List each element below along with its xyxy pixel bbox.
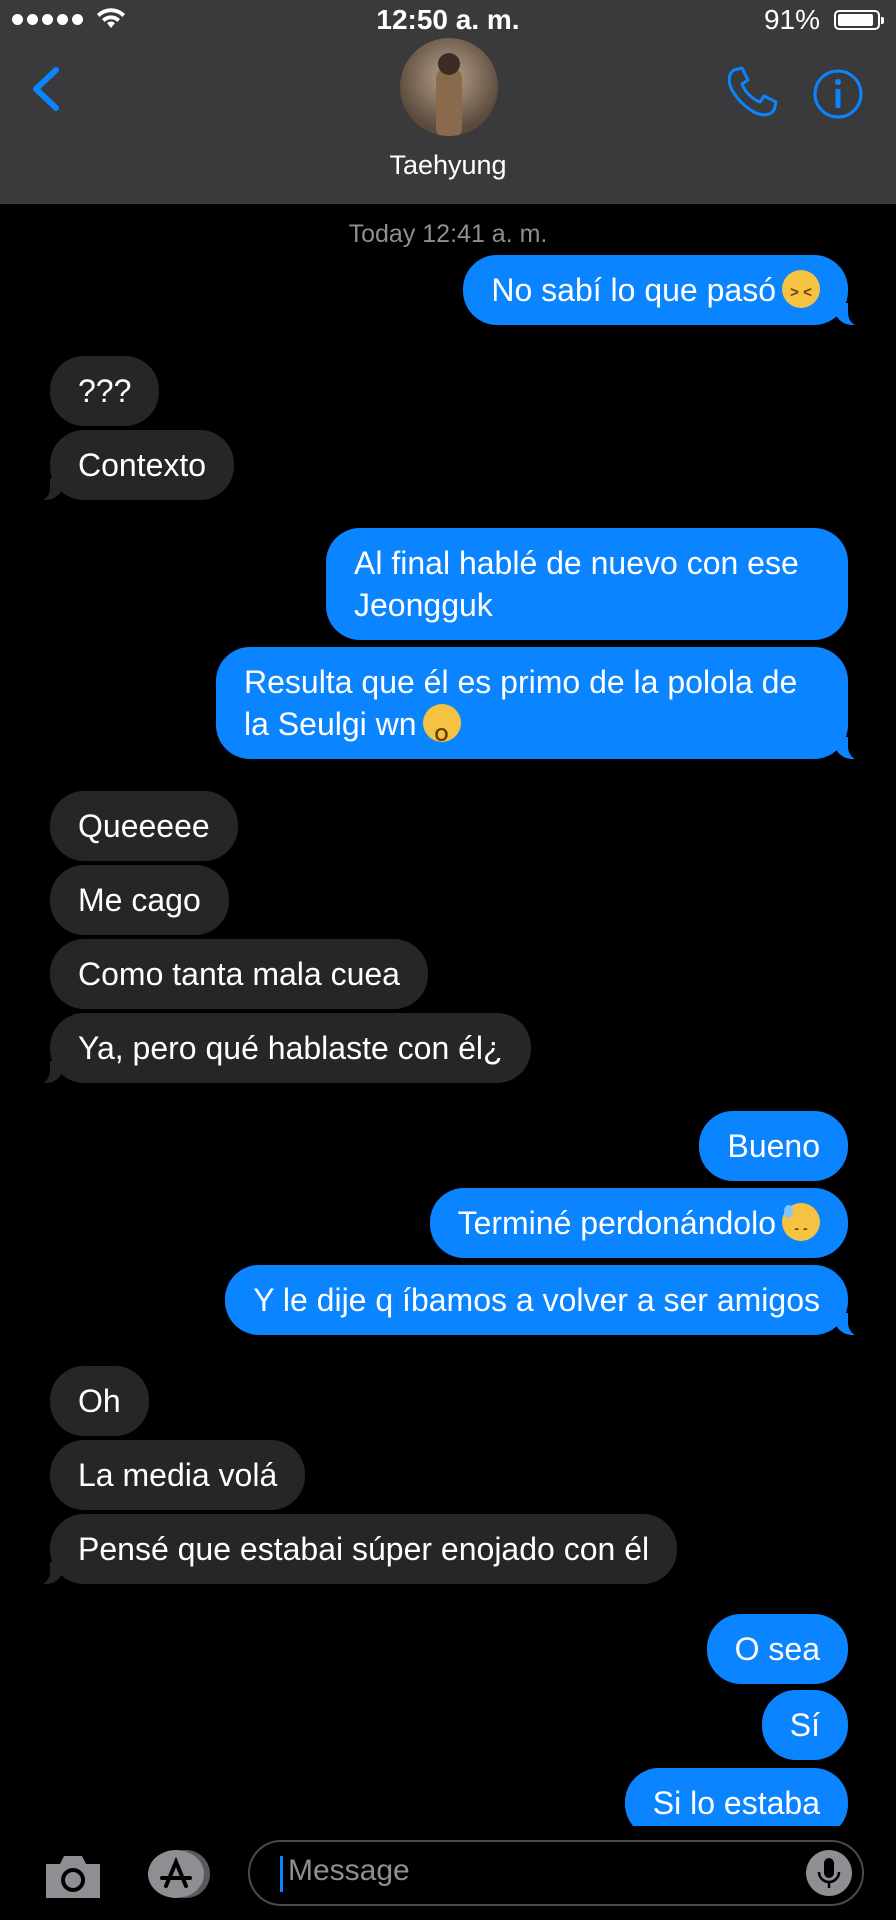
message-text: Al final hablé de nuevo con ese Jeongguk: [354, 545, 799, 623]
incoming-message[interactable]: La media volá: [50, 1440, 306, 1510]
message-input-bar: Message: [0, 1826, 896, 1920]
info-icon[interactable]: [812, 68, 864, 120]
message-text: La media volá: [78, 1457, 278, 1493]
contact-avatar[interactable]: [400, 38, 498, 136]
battery-level: [838, 14, 873, 26]
outgoing-message[interactable]: O sea: [706, 1614, 848, 1684]
outgoing-message[interactable]: Bueno: [699, 1111, 848, 1181]
message-text: Ya, pero qué hablaste con él¿: [78, 1030, 503, 1066]
message-text: O sea: [734, 1631, 820, 1667]
incoming-message[interactable]: Contexto: [23, 430, 235, 502]
outgoing-message[interactable]: Resulta que él es primo de la polola de …: [216, 647, 874, 761]
message-input[interactable]: Message: [248, 1840, 864, 1906]
screaming-cat-face-icon: [422, 704, 461, 756]
outgoing-message[interactable]: Terminé perdonándolo: [429, 1188, 848, 1258]
confounded-face-icon: [782, 270, 820, 314]
phone-icon[interactable]: [722, 62, 782, 122]
battery-icon: [834, 10, 884, 30]
conversation-timestamp: Today 12:41 a. m.: [348, 220, 548, 248]
message-text: Queeeee: [78, 808, 210, 844]
message-text: Y le dije q íbamos a volver a ser amigos: [253, 1282, 820, 1318]
battery-percent: 91%: [763, 4, 820, 35]
incoming-message[interactable]: Como tanta mala cuea: [50, 939, 428, 1009]
outgoing-message[interactable]: Sí: [761, 1690, 848, 1760]
outgoing-message[interactable]: Y le dije q íbamos a volver a ser amigos: [225, 1265, 874, 1337]
status-time: 12:50 a. m.: [376, 4, 520, 35]
message-text: Contexto: [78, 447, 207, 483]
app-store-icon[interactable]: [142, 1848, 214, 1900]
message-text: Me cago: [78, 882, 201, 918]
chevron-left-icon[interactable]: [26, 64, 66, 114]
contact-name[interactable]: Taehyung: [0, 150, 896, 181]
microphone-icon[interactable]: [806, 1850, 852, 1896]
message-text: Oh: [78, 1383, 121, 1419]
message-text: Bueno: [727, 1128, 820, 1164]
incoming-message[interactable]: Queeeee: [50, 791, 238, 861]
message-text: Como tanta mala cuea: [78, 956, 400, 992]
incoming-message[interactable]: Pensé que estabai súper enojado con él: [23, 1514, 678, 1586]
outgoing-message[interactable]: No sabí lo que pasó: [463, 255, 874, 327]
incoming-message[interactable]: Ya, pero qué hablaste con él¿: [24, 1013, 531, 1085]
message-text: Sí: [789, 1707, 820, 1743]
incoming-message[interactable]: ???: [50, 356, 160, 426]
camera-icon[interactable]: [42, 1852, 104, 1902]
message-text: Resulta que él es primo de la polola de …: [244, 664, 798, 742]
text-cursor: [280, 1856, 283, 1892]
message-placeholder: Message: [288, 1854, 410, 1887]
incoming-message[interactable]: Me cago: [50, 865, 229, 935]
outgoing-message[interactable]: Al final hablé de nuevo con ese Jeongguk: [326, 528, 848, 640]
message-text: ???: [78, 373, 132, 409]
message-text: Terminé perdonándolo: [457, 1205, 776, 1241]
downcast-sweat-face-icon: [782, 1203, 820, 1249]
incoming-message[interactable]: Oh: [50, 1366, 149, 1436]
message-text: Si lo estaba: [652, 1785, 820, 1821]
message-text: Pensé que estabai súper enojado con él: [78, 1531, 650, 1567]
message-text: No sabí lo que pasó: [491, 272, 776, 308]
